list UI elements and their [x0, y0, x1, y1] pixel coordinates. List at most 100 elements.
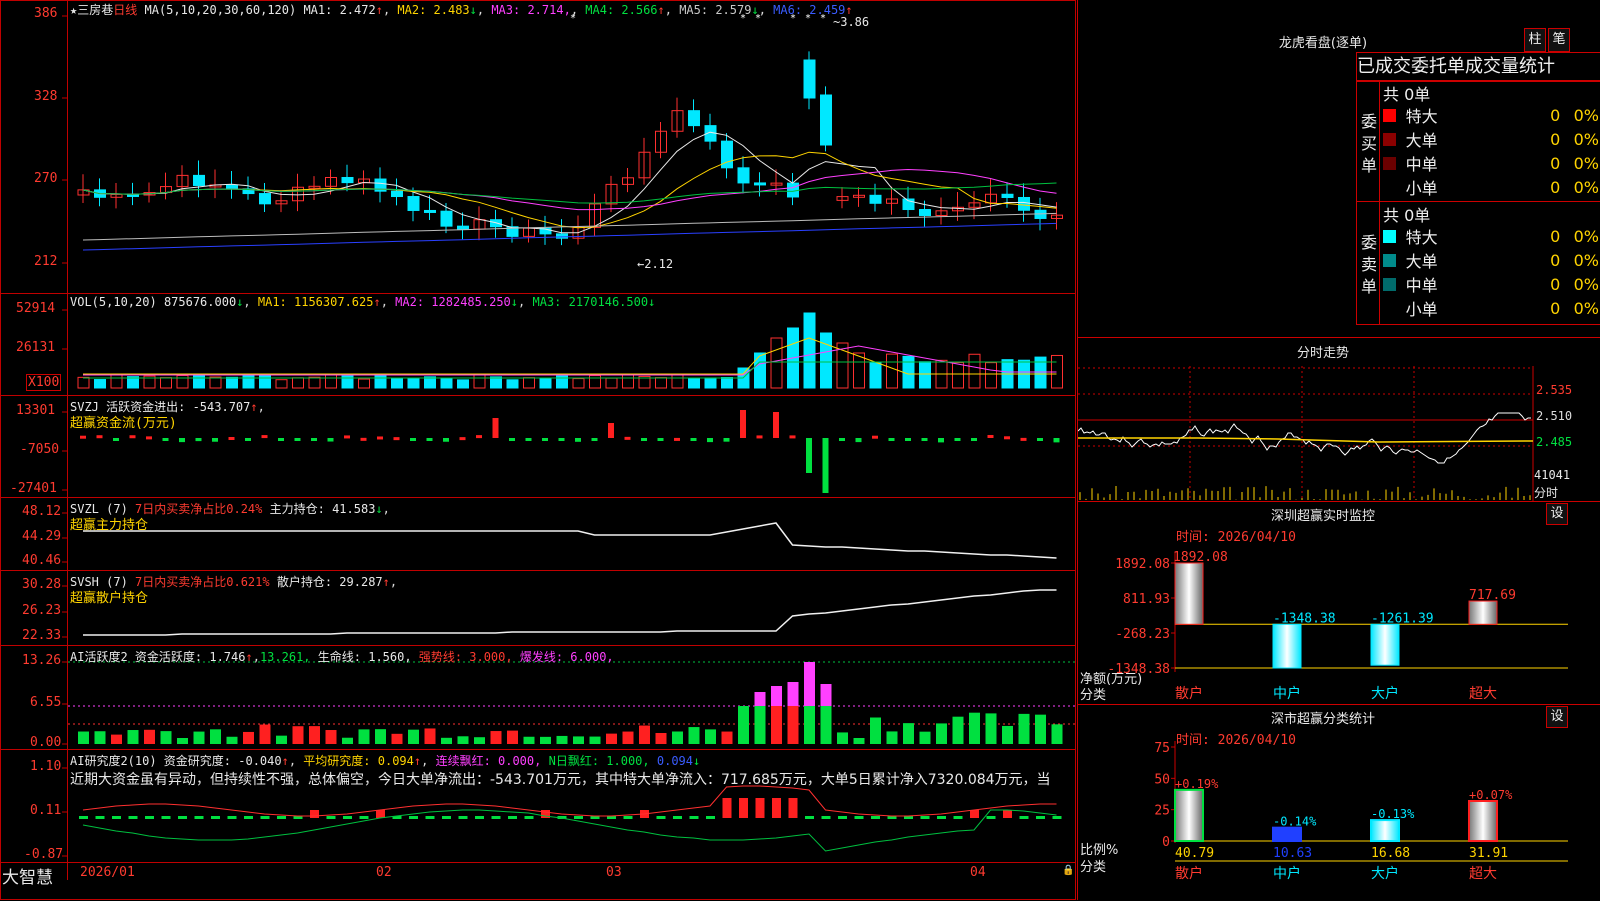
activity-bar-top	[771, 686, 782, 706]
classify-panel: 深市超赢分类统计 设 时间: 2026/04/10 75 50 25 0 +0.19% 4…	[1078, 704, 1600, 901]
volume-bar	[424, 376, 436, 389]
legend-swatch	[1383, 229, 1396, 243]
sell-orders-block: 委卖单 共 0单 特大 0 0% 大单 0 0% 中单 0 0% 小单 0 0%	[1356, 201, 1600, 325]
volume-bar	[902, 355, 915, 389]
intraday-tick-2: 2.485	[1536, 435, 1573, 449]
research-bar	[128, 816, 138, 819]
activity-bar	[144, 729, 155, 744]
research-bar	[920, 816, 930, 819]
candle-body	[1018, 196, 1030, 211]
column-view-button[interactable]: 柱	[1524, 28, 1546, 52]
row-label: 大单	[1405, 252, 1438, 271]
svsh-subtitle: 超赢散户持仓	[70, 591, 149, 606]
research-bar	[491, 816, 501, 819]
research-bar	[343, 816, 352, 819]
intraday-chart-svg[interactable]	[1078, 338, 1600, 502]
research-bar	[194, 816, 204, 819]
legend-swatch	[1383, 301, 1396, 315]
classify-change-3: +0.07%	[1469, 788, 1513, 802]
lock-icon[interactable]: 🔒	[1062, 865, 1074, 876]
research-bar	[788, 798, 798, 818]
ma-item-1: MA1: 2.472↑	[303, 3, 383, 17]
sell-row: 中单 0 0%	[1383, 272, 1599, 296]
monitor-y-tick-0: 1892.08	[1115, 557, 1170, 572]
sell-total: 共 0单	[1383, 206, 1431, 225]
y-tick-main-2: 270	[34, 171, 58, 186]
row-count: 0	[1550, 105, 1561, 125]
fund-flow-bar	[96, 435, 103, 439]
volume-bar	[605, 377, 618, 389]
research-bar	[310, 810, 319, 818]
fund-flow-bar	[459, 437, 466, 441]
fund-flow-bar	[657, 438, 664, 441]
monitor-y-tick-2: -268.23	[1115, 627, 1170, 642]
sell-side-label: 委卖单	[1361, 233, 1378, 296]
candle-body	[259, 193, 271, 205]
classify-bar-0	[1174, 788, 1204, 842]
research-bar	[442, 816, 451, 819]
ma-line-10	[82, 151, 1057, 229]
intraday-avg-line	[1078, 437, 1534, 443]
activity-bar	[342, 737, 353, 744]
sell-row: 大单 0 0%	[1383, 248, 1599, 272]
legend-swatch	[1383, 253, 1396, 267]
fund-flow-bar	[888, 438, 895, 441]
research-bar	[1003, 810, 1012, 818]
research-bar	[359, 816, 369, 819]
intraday-vol-tick: 41041	[1534, 468, 1571, 482]
candle-body	[1001, 193, 1014, 198]
classify-y-tick-1: 50	[1154, 772, 1170, 787]
research-bar	[838, 816, 847, 819]
ma-line-120	[82, 222, 1057, 251]
intraday-panel[interactable]: 分时走势 2.535 2.510 2.485 41041 分时	[1078, 337, 1600, 502]
y-tick-main-3: 212	[34, 254, 58, 269]
intraday-tick-0: 2.535	[1536, 383, 1573, 397]
activity-bar	[952, 716, 964, 744]
activity-bar	[606, 733, 617, 744]
legend-swatch	[1383, 277, 1396, 291]
fund-flow-bar	[261, 435, 268, 439]
chart-area[interactable]: * * * * * * 386 328 270 212 52914 26131 X100 …	[0, 0, 1076, 900]
monitor-cat-3: 超大	[1469, 686, 1497, 702]
activity-bar	[540, 736, 551, 744]
row-pct: 0%	[1573, 177, 1600, 197]
research-bar	[277, 816, 286, 819]
fund-flow-bar	[327, 438, 334, 442]
volume-bar	[622, 374, 634, 389]
legend-swatch	[1383, 132, 1396, 146]
monitor-cat-2: 大户	[1371, 685, 1399, 702]
fund-flow-bar	[690, 438, 697, 441]
fund-flow-bar	[558, 438, 565, 441]
volume-bar	[275, 379, 288, 389]
ai2-header: AI研究度2(10) 资金研究度: -0.040↑, 平均研究度: 0.094↑…	[70, 754, 701, 768]
monitor-value-3: 717.69	[1469, 588, 1516, 603]
volume-bar	[770, 337, 783, 389]
y-tick-ai2-1: 0.11	[30, 803, 62, 818]
legend-swatch	[1383, 108, 1396, 122]
stock-name[interactable]: 三房巷	[77, 3, 113, 17]
candle-body	[391, 190, 403, 198]
research-bar	[409, 816, 418, 819]
fund-flow-bar	[756, 435, 763, 439]
volume-bar	[325, 373, 337, 389]
volume-bar	[77, 376, 90, 389]
classify-value-0: 40.79	[1175, 846, 1214, 861]
avg-research-line	[82, 785, 1057, 817]
research-bar	[145, 816, 154, 819]
volume-bar	[506, 379, 519, 389]
tick-view-button[interactable]: 笔	[1548, 28, 1570, 52]
volume-bar	[754, 352, 766, 389]
research-bar	[1019, 816, 1029, 819]
fund-flow-bar	[360, 437, 367, 441]
row-label: 小单	[1405, 300, 1438, 319]
y-tick-ai2-2: -0.87	[24, 847, 64, 862]
period-label[interactable]: 日线	[113, 3, 137, 17]
fund-flow-bar	[443, 438, 449, 442]
activity-bar	[1002, 725, 1013, 744]
fund-flow-bar	[872, 435, 878, 439]
volume-bar	[704, 377, 717, 389]
activity-bar	[358, 729, 370, 744]
x-label-feb: 02	[376, 865, 392, 880]
fund-flow-bar	[80, 435, 86, 439]
fund-flow-bar	[1020, 437, 1027, 441]
